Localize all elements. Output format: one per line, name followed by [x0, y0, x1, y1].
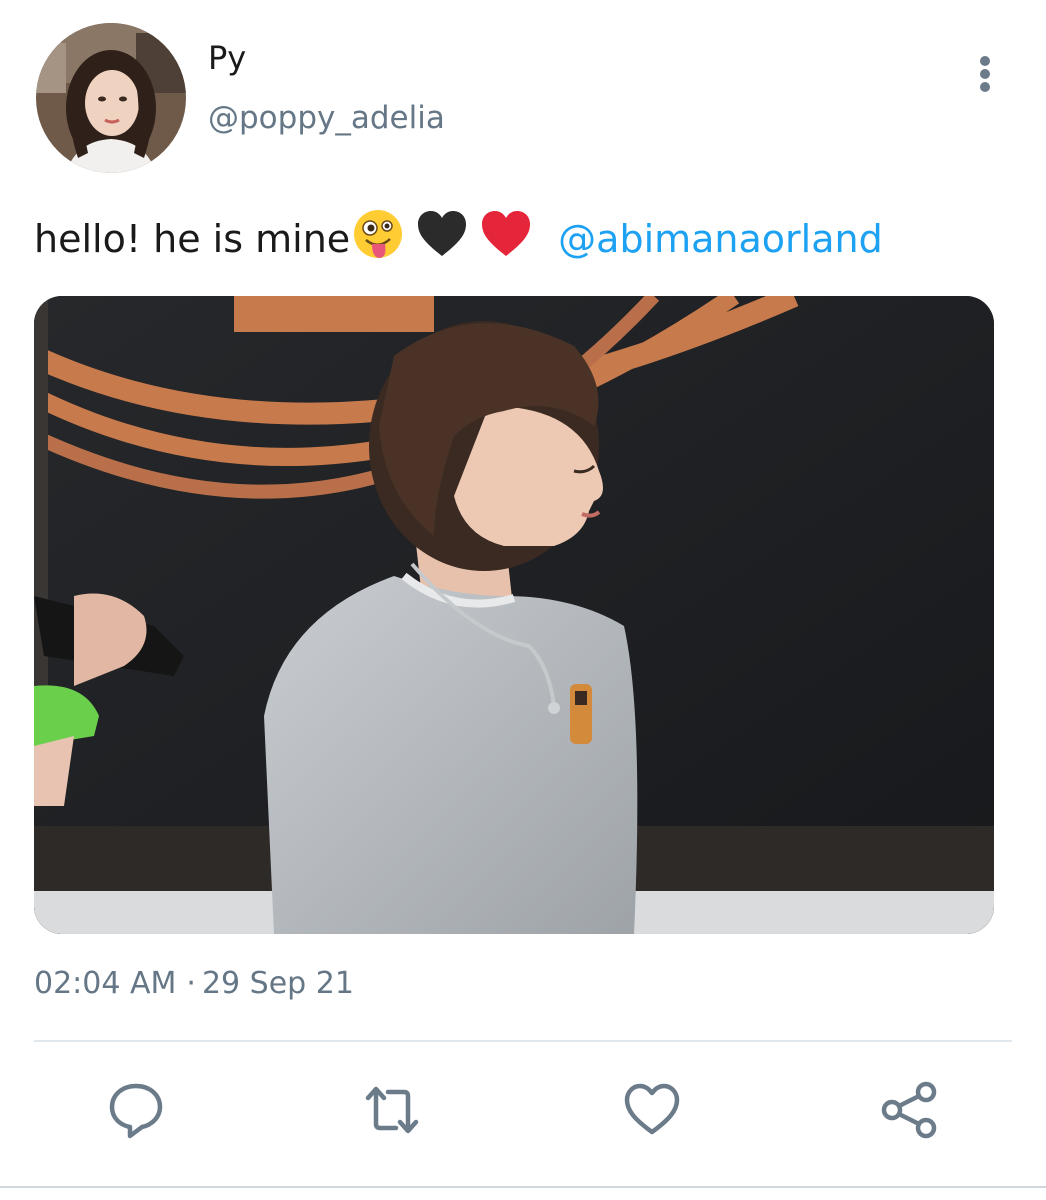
tweet-body: hello! he is mine	[34, 217, 351, 261]
avatar[interactable]	[36, 23, 186, 173]
display-name[interactable]: Py	[208, 38, 246, 78]
more-options-icon[interactable]	[968, 52, 1002, 96]
black-heart-icon	[414, 206, 470, 262]
like-button[interactable]	[620, 1078, 684, 1142]
tweet-date: 29 Sep 21	[201, 966, 354, 1001]
divider	[34, 1040, 1012, 1042]
share-button[interactable]	[878, 1078, 942, 1142]
retweet-button[interactable]	[360, 1078, 424, 1142]
bottom-divider	[0, 1186, 1046, 1188]
tweet-time: 02:04 AM	[34, 966, 177, 1001]
retweet-icon	[365, 1086, 419, 1134]
reply-icon	[109, 1083, 163, 1139]
winking-tongue-face-icon	[350, 206, 406, 262]
mention-link[interactable]: @abimanaorland	[558, 217, 883, 261]
like-icon	[624, 1083, 680, 1135]
share-icon	[881, 1081, 937, 1139]
timestamp-separator: ·	[186, 966, 196, 1001]
user-handle[interactable]: @poppy_adelia	[208, 98, 445, 138]
avatar-photo	[36, 23, 186, 173]
tweet-media-photo[interactable]	[34, 296, 994, 934]
red-heart-icon	[478, 206, 534, 262]
photo-attachment	[34, 296, 994, 934]
reply-button[interactable]	[104, 1078, 168, 1142]
tweet-text: hello! he is mine @abimanaorland	[34, 206, 883, 266]
tweet-timestamp[interactable]: 02:04 AM · 29 Sep 21	[34, 964, 354, 1004]
